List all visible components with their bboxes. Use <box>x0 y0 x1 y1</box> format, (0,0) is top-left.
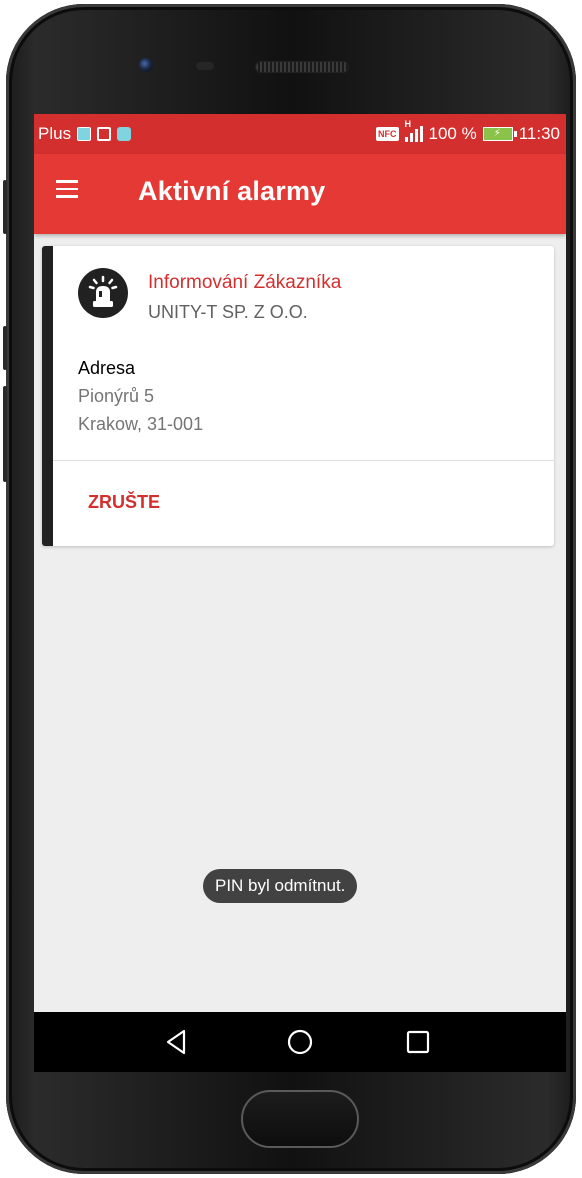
page-title: Aktivní alarmy <box>138 176 326 206</box>
alarm-subtitle: UNITY-T SP. Z O.O. <box>148 302 308 322</box>
alarm-card[interactable]: Informování Zákazníka UNITY-T SP. Z O.O.… <box>42 246 554 546</box>
power-button <box>3 180 7 234</box>
toast-message: PIN byl odmítnut. <box>203 869 358 903</box>
address-city: Krakow, 31-001 <box>78 414 204 434</box>
earpiece-speaker <box>256 62 348 72</box>
app-notification-icon <box>97 127 112 141</box>
front-camera <box>139 58 153 72</box>
phone-screen: Plus NFC H 100 % ⚡ 11:30 Aktivní alarmy … <box>34 114 566 1072</box>
card-divider <box>53 460 554 461</box>
network-type-label: H <box>404 119 412 129</box>
card-accent-bar <box>42 246 53 546</box>
nfc-icon: NFC <box>376 127 399 141</box>
address-heading: Adresa <box>78 358 136 378</box>
volume-button <box>3 326 7 370</box>
status-bar: Plus NFC H 100 % ⚡ 11:30 <box>34 114 566 154</box>
carrier-name: Plus <box>38 124 72 143</box>
home-key[interactable] <box>241 1090 359 1148</box>
battery-percentage: 100 % <box>428 124 477 143</box>
cancel-button[interactable]: ZRUŠTE <box>88 492 160 513</box>
battery-charging-icon: ⚡ <box>482 127 517 141</box>
back-icon[interactable] <box>160 1026 192 1058</box>
hamburger-menu-icon[interactable] <box>56 180 78 198</box>
siren-icon <box>78 268 128 318</box>
message-notification-icon <box>77 127 92 141</box>
app-bar: Aktivní alarmy <box>34 154 566 234</box>
home-icon[interactable] <box>284 1026 316 1058</box>
volume-button-lower <box>3 386 7 482</box>
signal-icon: H <box>404 119 423 142</box>
address-street: Pionýrů 5 <box>78 386 155 406</box>
shield-notification-icon <box>117 127 132 141</box>
recent-apps-icon[interactable] <box>402 1026 434 1058</box>
proximity-sensor <box>196 62 214 70</box>
alarm-title: Informování Zákazníka <box>148 272 342 293</box>
navigation-bar <box>34 1012 566 1072</box>
clock: 11:30 <box>518 124 560 143</box>
